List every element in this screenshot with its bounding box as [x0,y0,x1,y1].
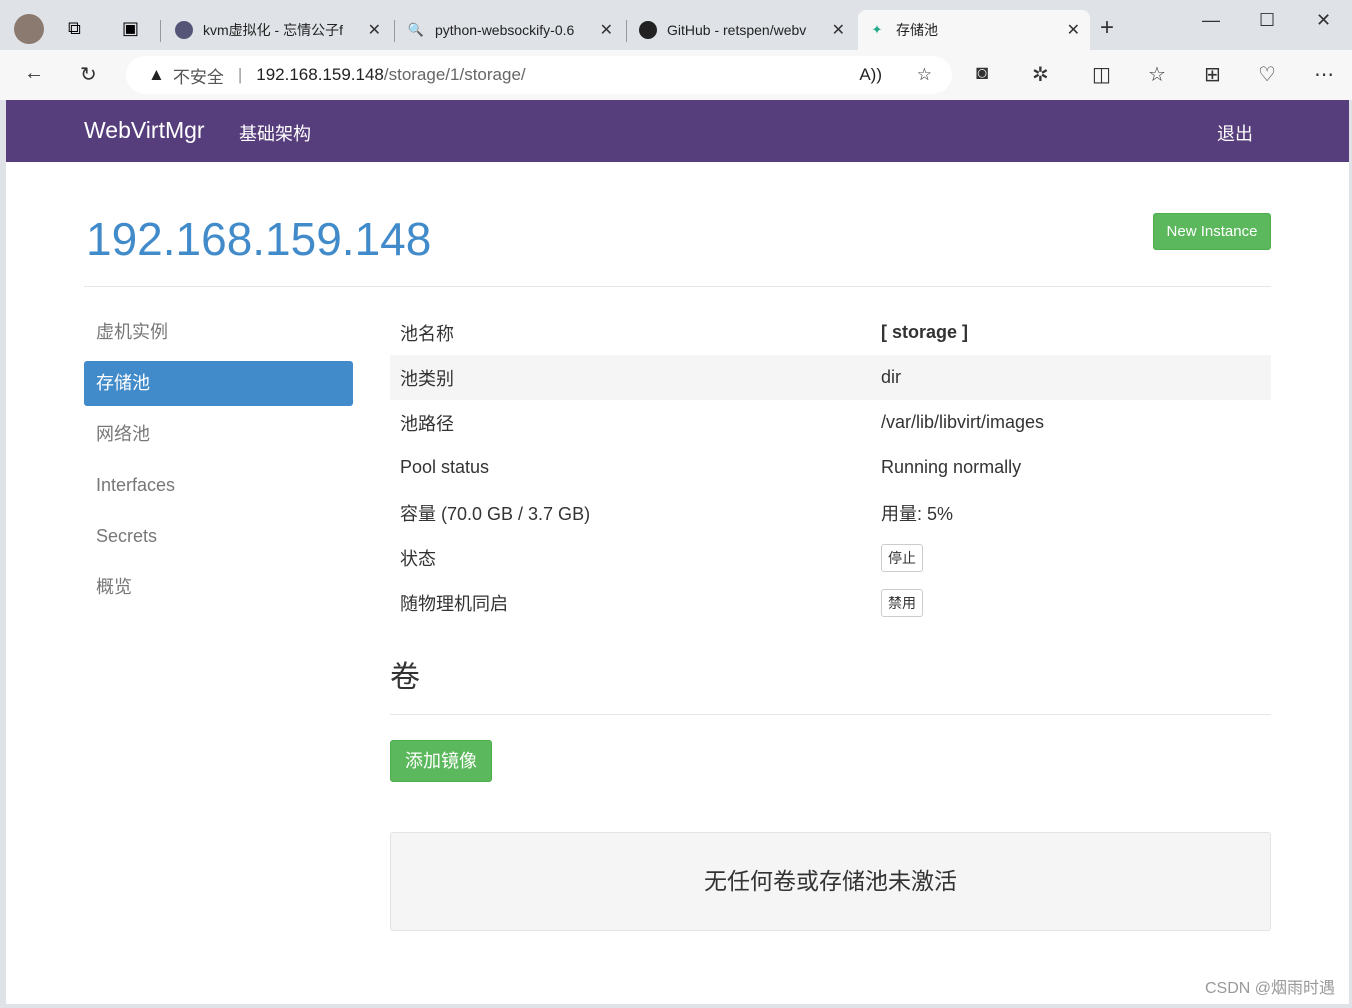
refresh-icon[interactable]: ↻ [80,62,97,87]
warning-icon: ▲ [148,65,165,84]
favorites-icon[interactable]: ☆ [1148,62,1166,87]
logout-link[interactable]: 退出 [1217,120,1253,146]
table-row: 池路径/var/lib/libvirt/images [400,412,1045,434]
sidebar-item-secrets[interactable]: Secrets [84,514,353,559]
close-tab-icon[interactable]: ✕ [1067,20,1080,40]
tab-storage[interactable]: ✦ 存储池 ✕ [858,10,1090,50]
health-icon[interactable]: ♡ [1258,62,1276,87]
nav-infrastructure[interactable]: 基础架构 [239,120,311,146]
tab-github[interactable]: GitHub - retspen/webv ✕ [629,10,855,50]
page: WebVirtMgr 基础架构 退出 192.168.159.148 New I… [6,100,1349,1004]
table-row: Pool status Running normally [400,457,1022,477]
sidebar-item-instances[interactable]: 虚机实例 [84,310,353,355]
browser-tabbar: ⧉ ▣ kvm虚拟化 - 忘情公子f ✕ 🔍 python-websockify-0… [0,0,1352,50]
sidebar-item-networks[interactable]: 网络池 [84,412,353,457]
tab-actions-icon[interactable]: ▣ [122,18,139,39]
read-aloud-icon[interactable]: A)) [859,65,882,85]
profile-avatar[interactable] [14,14,44,44]
sidebar-item-storage[interactable]: 存储池 [84,361,353,406]
watermark: CSDN @烟雨时遇 [1204,980,1335,997]
tab-kvm[interactable]: kvm虚拟化 - 忘情公子f ✕ [165,10,391,50]
sidebar-item-overview[interactable]: 概览 [84,565,353,610]
collections-icon[interactable]: ⧉ [68,18,81,39]
sidebar-item-interfaces[interactable]: Interfaces [84,463,353,508]
search-icon: 🔍 [407,22,425,37]
sidebar: 虚机实例 存储池 网络池 Interfaces Secrets 概览 [84,310,353,616]
empty-volumes-message: 无任何卷或存储池未激活 [390,832,1271,931]
url-input[interactable]: ▲ 不安全 | 192.168.159.148/storage/1/storag… [126,56,952,94]
brand-link[interactable]: WebVirtMgr [84,117,205,144]
menu-icon[interactable]: ⋯ [1314,62,1334,87]
disable-autostart-button[interactable]: 禁用 [881,588,923,617]
new-tab-icon[interactable]: + [1100,14,1114,42]
site-icon [175,21,193,39]
table-row: 池名称[ storage ] [400,322,969,344]
table-row: 容量 (70.0 GB / 3.7 GB) 用量: 5% [400,503,954,524]
maximize-icon[interactable]: ☐ [1259,10,1275,31]
navbar: WebVirtMgr 基础架构 退出 [6,100,1349,162]
back-icon[interactable]: ← [24,62,44,85]
collections-icon[interactable]: ⊞ [1204,62,1221,87]
extension-icon[interactable]: ◙ [976,62,988,85]
new-instance-button[interactable]: New Instance [1153,213,1271,250]
close-window-icon[interactable]: ✕ [1316,10,1331,31]
pool-info-table: 池名称[ storage ] 池类别 dir 池路径/var/lib/libvir… [390,310,1271,625]
close-tab-icon[interactable]: ✕ [600,20,613,40]
close-tab-icon[interactable]: ✕ [832,20,845,40]
add-image-button[interactable]: 添加镜像 [390,740,492,782]
table-row: 随物理机同启 禁用 [390,580,1271,625]
minimize-icon[interactable]: — [1202,10,1220,31]
address-bar: ← ↻ ▲ 不安全 | 192.168.159.148/storage/1/st… [0,50,1352,100]
tab-websockify[interactable]: 🔍 python-websockify-0.6 ✕ [397,10,623,50]
close-tab-icon[interactable]: ✕ [368,20,381,40]
table-row: 状态 停止 [390,535,1271,580]
volumes-heading: 卷 [390,661,420,694]
split-screen-icon[interactable]: ◫ [1092,62,1111,87]
favorite-star-icon[interactable]: ☆ [917,65,932,85]
table-row: 池类别 dir [390,355,1271,400]
github-icon [639,21,657,39]
puzzle-icon[interactable]: ✲ [1032,62,1049,87]
page-title: 192.168.159.148 [86,213,432,265]
stop-button[interactable]: 停止 [881,543,923,572]
site-icon: ✦ [871,22,883,37]
